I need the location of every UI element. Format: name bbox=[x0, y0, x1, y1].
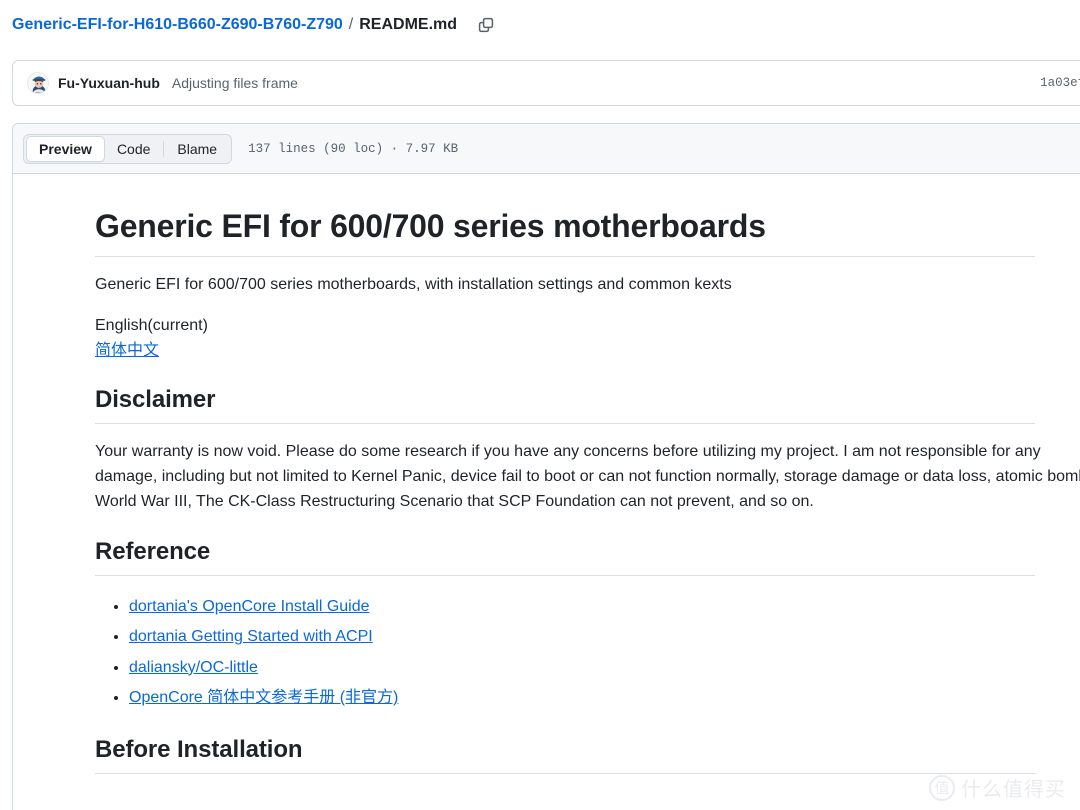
breadcrumb-separator: / bbox=[348, 16, 354, 33]
heading-reference: Reference bbox=[95, 537, 1035, 576]
language-link-chinese[interactable]: 简体中文 bbox=[95, 342, 159, 359]
heading-disclaimer: Disclaimer bbox=[95, 385, 1035, 425]
avatar[interactable] bbox=[27, 72, 49, 94]
breadcrumb: Generic-EFI-for-H610-B660-Z690-B760-Z790… bbox=[12, 10, 499, 40]
disclaimer-text: Your warranty is now void. Please do som… bbox=[95, 443, 1080, 510]
list-item: OpenCore 简体中文参考手册 (非官方) bbox=[129, 683, 1035, 713]
commit-sha[interactable]: 1a03ef6 bbox=[1040, 76, 1080, 90]
readme-intro: Generic EFI for 600/700 series motherboa… bbox=[95, 276, 732, 293]
view-mode-tabs: Preview Code Blame bbox=[23, 133, 233, 164]
reference-list: dortania's OpenCore Install Guide dortan… bbox=[95, 592, 1035, 714]
list-item: dortania Getting Started with ACPI bbox=[129, 622, 1035, 652]
list-item: daliansky/OC-little bbox=[129, 653, 1035, 683]
tab-preview[interactable]: Preview bbox=[26, 135, 105, 162]
file-header-toolbar: Preview Code Blame 137 lines (90 loc) · … bbox=[13, 124, 1080, 174]
breadcrumb-repo-link[interactable]: Generic-EFI-for-H610-B660-Z690-B760-Z790 bbox=[12, 16, 343, 34]
reference-link-0[interactable]: dortania's OpenCore Install Guide bbox=[129, 598, 370, 615]
reference-link-2[interactable]: daliansky/OC-little bbox=[129, 659, 258, 676]
copy-path-icon[interactable] bbox=[473, 12, 499, 38]
tab-code[interactable]: Code bbox=[105, 136, 162, 162]
language-current: English(current) bbox=[95, 316, 208, 334]
tab-blame[interactable]: Blame bbox=[165, 136, 229, 162]
language-switcher: English(current) 简体中文 bbox=[95, 314, 1035, 364]
readme-title: Generic EFI for 600/700 series motherboa… bbox=[95, 206, 1035, 257]
reference-link-1[interactable]: dortania Getting Started with ACPI bbox=[129, 628, 373, 645]
file-content-panel: Preview Code Blame 137 lines (90 loc) · … bbox=[12, 123, 1080, 810]
latest-commit-bar: Fu-Yuxuan-hub Adjusting files frame 1a03… bbox=[12, 60, 1080, 106]
heading-before-installation: Before Installation bbox=[95, 735, 1035, 775]
commit-meta: 1a03ef6 · bbox=[1040, 76, 1080, 91]
markdown-content: Generic EFI for 600/700 series motherboa… bbox=[13, 174, 1080, 775]
breadcrumb-file-name: README.md bbox=[359, 16, 458, 33]
github-file-view: Generic-EFI-for-H610-B660-Z690-B760-Z790… bbox=[0, 0, 1080, 810]
reference-link-3[interactable]: OpenCore 简体中文参考手册 (非官方) bbox=[129, 689, 398, 706]
commit-message[interactable]: Adjusting files frame bbox=[172, 75, 298, 91]
tab-divider bbox=[163, 140, 165, 157]
list-item: dortania's OpenCore Install Guide bbox=[129, 592, 1035, 622]
commit-author[interactable]: Fu-Yuxuan-hub bbox=[58, 75, 160, 91]
file-stats: 137 lines (90 loc) · 7.97 KB bbox=[248, 141, 459, 156]
